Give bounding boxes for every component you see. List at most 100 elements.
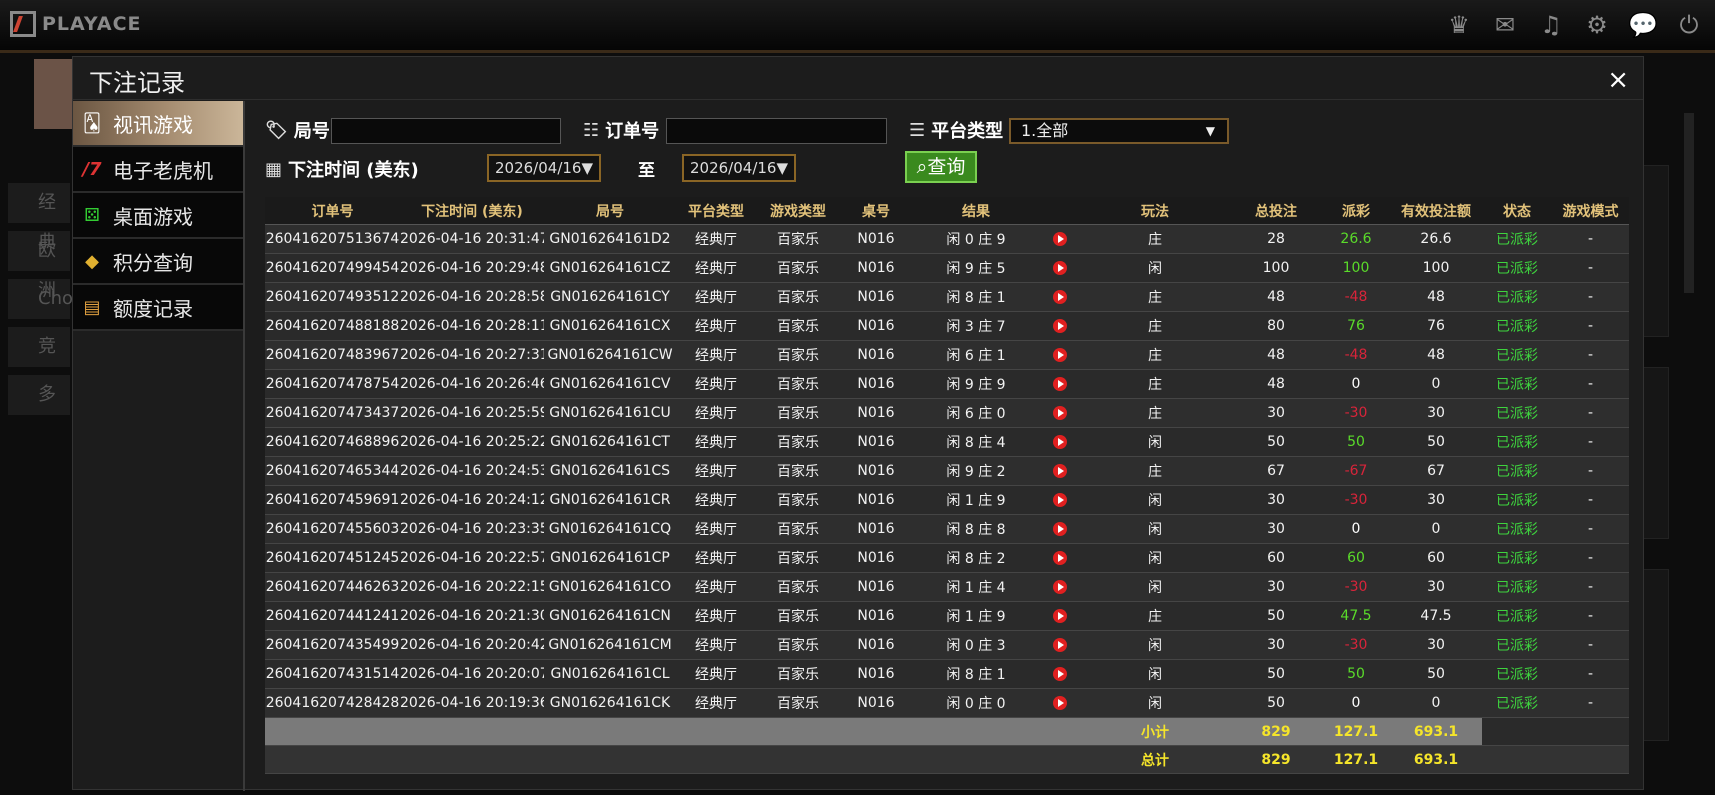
column-header[interactable]: 局号 — [544, 197, 676, 225]
column-header[interactable]: 订单号 — [265, 197, 400, 225]
cell-valid: 30 — [1390, 398, 1482, 428]
video-replay-cell — [1040, 572, 1080, 602]
column-header[interactable]: 平台类型 — [676, 197, 756, 225]
play-video-icon[interactable] — [1053, 667, 1067, 681]
column-header[interactable]: 下注时间 (美东) — [400, 197, 544, 225]
play-video-icon[interactable] — [1053, 696, 1067, 710]
sidebar-item-credit-records[interactable]: ▤ 额度记录 — [73, 285, 243, 331]
cell-valid: 76 — [1390, 311, 1482, 341]
order-input[interactable] — [666, 118, 887, 144]
subtotal-cell — [544, 717, 676, 746]
sidebar-item-points[interactable]: ◆ 积分查询 — [73, 239, 243, 285]
play-video-icon[interactable] — [1053, 493, 1067, 507]
column-header[interactable]: 有效投注额 — [1390, 197, 1482, 225]
bg-nav-item: 竞 — [8, 327, 70, 367]
play-video-icon[interactable] — [1053, 319, 1067, 333]
total-cell: 总计 — [1080, 745, 1230, 774]
search-icon: ⌕ — [916, 156, 928, 178]
video-replay-cell — [1040, 398, 1080, 428]
chat-support-icon[interactable]: ✉ — [1489, 10, 1521, 40]
video-replay-cell — [1040, 543, 1080, 573]
cell-game: 百家乐 — [756, 543, 840, 573]
cell-platform: 经典厅 — [676, 659, 756, 689]
query-button[interactable]: ⌕查询 — [905, 151, 977, 183]
cell-status: 已派彩 — [1482, 282, 1552, 312]
vip-icon[interactable]: ♛ — [1443, 10, 1475, 40]
cell-mode: - — [1552, 311, 1629, 341]
divider — [73, 99, 1643, 100]
play-video-icon[interactable] — [1053, 638, 1067, 652]
cell-valid: 30 — [1390, 485, 1482, 515]
platform-select[interactable]: 1.全部 ▼ — [1009, 118, 1229, 144]
play-video-icon[interactable] — [1053, 406, 1067, 420]
power-icon[interactable]: ⏻ — [1673, 10, 1705, 40]
column-header[interactable]: 状态 — [1482, 197, 1552, 225]
cell-platform: 经典厅 — [676, 601, 756, 631]
diamond-icon: ◆ — [85, 250, 99, 272]
cell-time: 2026-04-16 20:24:12 — [400, 485, 544, 515]
cell-result: 闲 8 庄 8 — [912, 514, 1040, 544]
table-row: 260416207478754 2026-04-16 20:26:46 GN0162… — [265, 369, 1629, 399]
cell-payout: -48 — [1322, 282, 1390, 312]
play-video-icon[interactable] — [1053, 290, 1067, 304]
top-bar: PLAYACE ♛ ✉ ♫ ⚙ 💬 ⏻ — [0, 0, 1715, 53]
play-video-icon[interactable] — [1053, 261, 1067, 275]
play-video-icon[interactable] — [1053, 435, 1067, 449]
sidebar-item-table-games[interactable]: ⚄ 桌面游戏 — [73, 193, 243, 239]
cell-platform: 经典厅 — [676, 514, 756, 544]
total-cell — [1552, 745, 1629, 774]
cell-time: 2026-04-16 20:26:46 — [400, 369, 544, 399]
cell-bet: 48 — [1230, 340, 1322, 370]
cell-time: 2026-04-16 20:29:48 — [400, 253, 544, 283]
column-header[interactable]: 游戏类型 — [756, 197, 840, 225]
column-header[interactable]: 玩法 — [1080, 197, 1230, 225]
play-video-icon[interactable] — [1053, 348, 1067, 362]
cell-order: 260416207435499 — [265, 630, 400, 660]
platform-label-text: 平台类型 — [931, 121, 1004, 142]
play-video-icon[interactable] — [1053, 609, 1067, 623]
subtotal-cell: 127.1 — [1322, 717, 1390, 746]
close-icon[interactable]: × — [1607, 65, 1629, 95]
play-video-icon[interactable] — [1053, 464, 1067, 478]
column-header[interactable]: 派彩 — [1322, 197, 1390, 225]
cell-game: 百家乐 — [756, 601, 840, 631]
column-header[interactable]: 结果 — [912, 197, 1040, 225]
to-label: 至 — [638, 161, 655, 181]
video-replay-cell — [1040, 630, 1080, 660]
message-icon[interactable]: 💬 — [1627, 10, 1659, 40]
music-icon[interactable]: ♫ — [1535, 10, 1567, 40]
round-input[interactable] — [331, 118, 561, 144]
cell-platform: 经典厅 — [676, 688, 756, 718]
cell-status: 已派彩 — [1482, 514, 1552, 544]
date-from-picker[interactable]: 2026/04/16▼ — [487, 154, 601, 182]
cell-play: 闲 — [1080, 659, 1230, 689]
sidebar-item-live-games[interactable]: 🂡 视讯游戏 — [73, 101, 243, 147]
column-header[interactable]: 桌号 — [840, 197, 912, 225]
play-video-icon[interactable] — [1053, 580, 1067, 594]
subtotal-cell — [756, 717, 840, 746]
cell-platform: 经典厅 — [676, 398, 756, 428]
cell-play: 闲 — [1080, 688, 1230, 718]
sidebar-item-slots[interactable]: /7 电子老虎机 — [73, 147, 243, 193]
cell-play: 庄 — [1080, 340, 1230, 370]
cell-status: 已派彩 — [1482, 630, 1552, 660]
column-header[interactable]: 总投注 — [1230, 197, 1322, 225]
column-header[interactable]: 游戏模式 — [1552, 197, 1629, 225]
cell-time: 2026-04-16 20:25:22 — [400, 427, 544, 457]
cell-result: 闲 8 庄 1 — [912, 282, 1040, 312]
settings-icon[interactable]: ⚙ — [1581, 10, 1613, 40]
cell-mode: - — [1552, 572, 1629, 602]
cell-platform: 经典厅 — [676, 485, 756, 515]
play-video-icon[interactable] — [1053, 377, 1067, 391]
total-cell: 127.1 — [1322, 745, 1390, 774]
date-to-picker[interactable]: 2026/04/16▼ — [682, 154, 796, 182]
play-video-icon[interactable] — [1053, 522, 1067, 536]
cell-status: 已派彩 — [1482, 543, 1552, 573]
play-video-icon[interactable] — [1053, 232, 1067, 246]
order-label-text: 订单号 — [605, 121, 660, 142]
logo[interactable]: PLAYACE — [10, 11, 142, 37]
cell-game: 百家乐 — [756, 253, 840, 283]
platform-select-value: 1.全部 — [1021, 121, 1069, 140]
play-video-icon[interactable] — [1053, 551, 1067, 565]
cell-result: 闲 1 庄 4 — [912, 572, 1040, 602]
